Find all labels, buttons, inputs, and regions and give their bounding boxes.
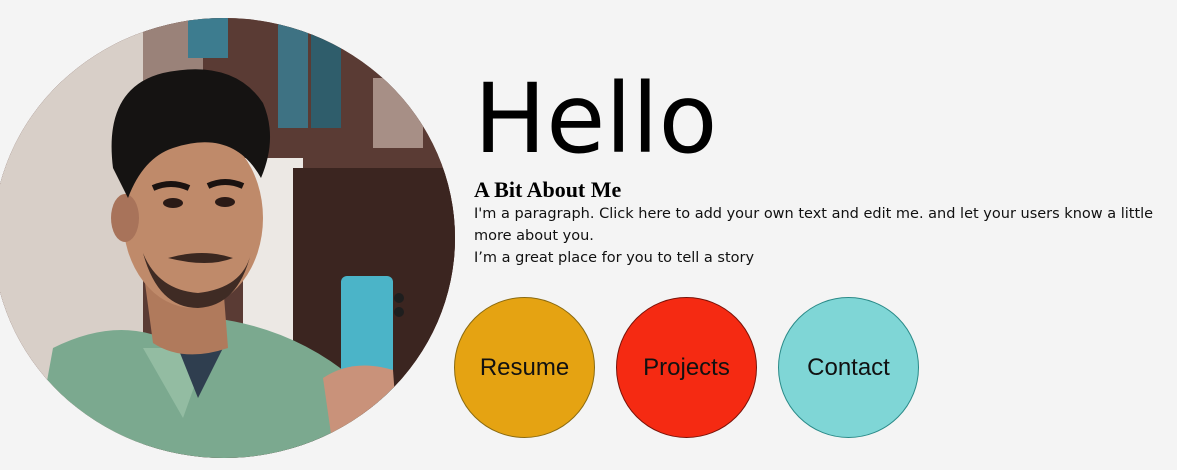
profile-photo xyxy=(0,18,455,458)
projects-button[interactable]: Projects xyxy=(616,297,757,438)
contact-button-label: Contact xyxy=(807,353,890,381)
contact-button[interactable]: Contact xyxy=(778,297,919,438)
hero-title: Hello xyxy=(474,63,718,175)
about-text-line: I’m a great place for you to tell a stor… xyxy=(474,250,755,266)
resume-button-label: Resume xyxy=(479,353,570,381)
projects-button-label: Projects xyxy=(643,353,730,381)
resume-button[interactable]: Resume xyxy=(454,297,595,438)
about-paragraph: I'm a paragraph. Click here to add your … xyxy=(474,203,1164,269)
about-text-line: I'm a paragraph. Click here to add your … xyxy=(474,206,1154,244)
hero-content: Hello A Bit About Me I'm a paragraph. Cl… xyxy=(474,64,1164,269)
about-heading: A Bit About Me xyxy=(474,177,622,202)
portrait-photo-icon xyxy=(0,18,455,458)
